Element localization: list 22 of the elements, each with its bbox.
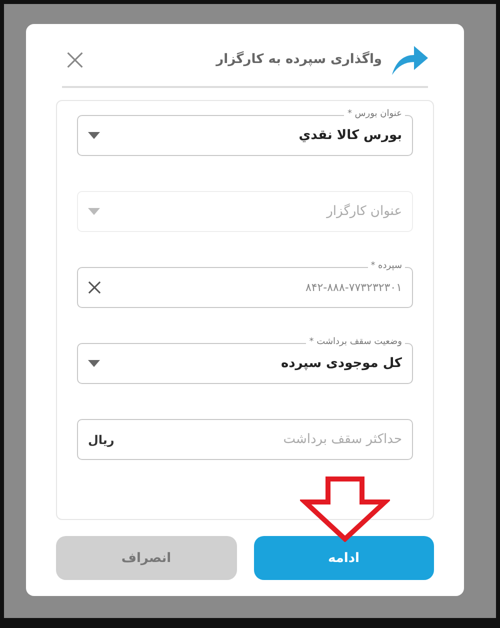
dropdown-caret-icon: [88, 208, 100, 216]
cancel-button[interactable]: انصراف: [56, 536, 236, 580]
clear-icon[interactable]: [88, 281, 101, 294]
field-label: عنوان بورس *: [344, 108, 405, 120]
dialog-title: واگذاری سپرده به کارگزار: [216, 52, 382, 68]
dropdown-caret-icon: [88, 360, 100, 368]
field-placeholder: حداکثر سقف برداشت: [283, 432, 402, 448]
dropdown-caret-icon: [88, 132, 100, 140]
currency-unit: ریال: [88, 432, 114, 447]
select-field[interactable]: عنوان بورس * بورس کالا نقدي: [77, 108, 413, 156]
field-label: سپرده *: [368, 260, 405, 272]
input-field[interactable]: حداکثر سقف برداشت ریال: [77, 412, 413, 460]
field-label: وضعیت سقف برداشت *: [306, 336, 405, 348]
select-field[interactable]: وضعیت سقف برداشت * کل موجودی سپرده: [77, 336, 413, 384]
field-value: کل موجودی سپرده: [280, 356, 402, 372]
field-value: بورس کالا نقدي: [298, 128, 402, 144]
down-arrow-annotation-icon: [300, 476, 390, 542]
field-placeholder: عنوان کارگزار: [326, 204, 402, 220]
input-field[interactable]: سپرده * ۸۴۲-۸۸۸-۷۷۳۲۳۲۳۰۱: [77, 260, 413, 308]
continue-button[interactable]: ادامه: [254, 536, 434, 580]
field-value: ۸۴۲-۸۸۸-۷۷۳۲۳۲۳۰۱: [305, 281, 402, 294]
close-icon[interactable]: [66, 50, 84, 69]
